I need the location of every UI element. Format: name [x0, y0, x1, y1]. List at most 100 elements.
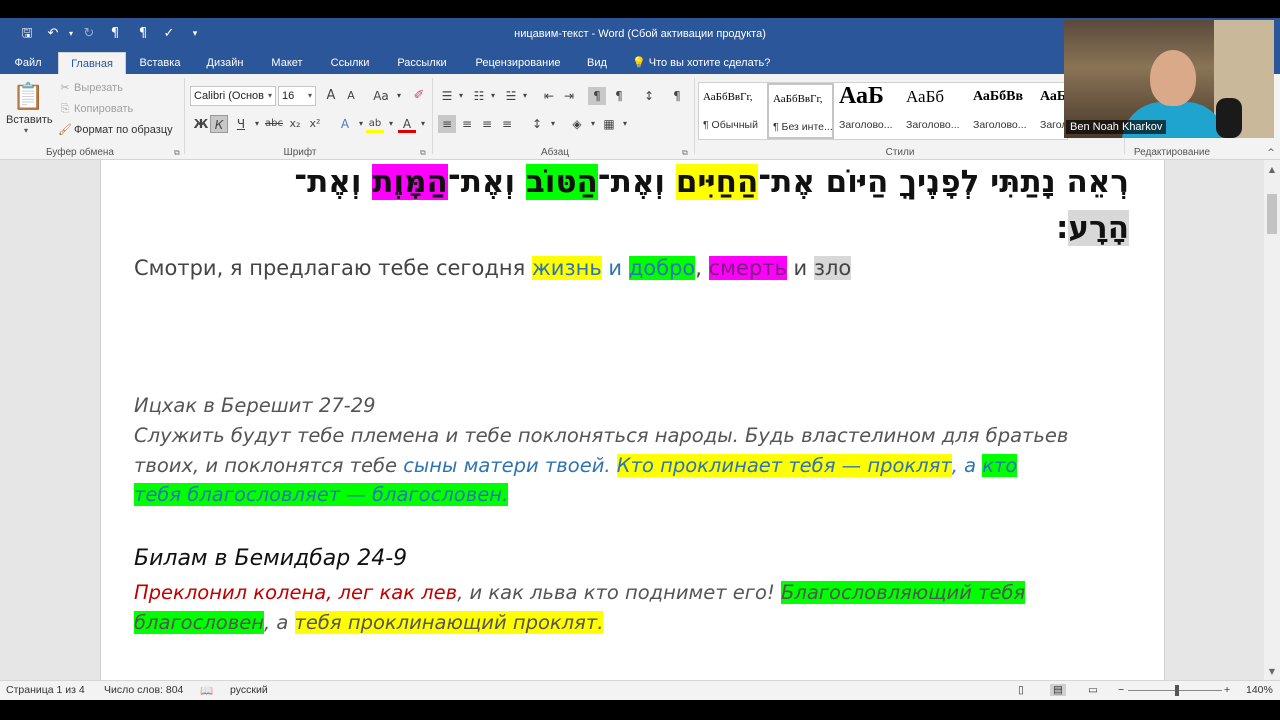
- tab-mailings[interactable]: Рассылки: [388, 52, 456, 74]
- document-area[interactable]: רְאֵה נָתַתִּי לְפָנֶיךָ הַיּוֹם אֶת־הַח…: [0, 160, 1280, 680]
- web-layout-icon[interactable]: ▭: [1088, 684, 1098, 696]
- bold-button[interactable]: Ж: [192, 115, 210, 133]
- clear-formatting-icon[interactable]: ✐: [410, 87, 428, 105]
- font-size-combo[interactable]: 16 ▾: [278, 86, 316, 106]
- font-name-value: Calibri (Основ: [194, 90, 264, 102]
- scroll-down-icon[interactable]: ▼: [1266, 666, 1278, 678]
- rtl-direction-icon[interactable]: ¶: [610, 87, 628, 105]
- style-heading-2[interactable]: АаБб Заголово...: [902, 83, 969, 139]
- clipboard-group-label: Буфер обмена: [46, 147, 114, 158]
- vertical-scrollbar[interactable]: ▲ ▼: [1264, 160, 1280, 680]
- isaac-sons-of-mother: сыны матери твоей.: [403, 454, 617, 477]
- zoom-level[interactable]: 140%: [1246, 684, 1273, 696]
- editing-group-label: Редактирование: [1133, 147, 1211, 158]
- change-case-icon[interactable]: Аа: [370, 87, 392, 105]
- style-sample: АаБб: [906, 87, 945, 106]
- italic-button[interactable]: К: [210, 115, 228, 133]
- ltr-direction-icon[interactable]: ¶: [588, 87, 606, 105]
- bilam-blessing: благословен: [134, 611, 264, 634]
- increase-indent-icon[interactable]: ⇥: [560, 87, 578, 105]
- scroll-up-icon[interactable]: ▲: [1266, 164, 1278, 176]
- hebrew-text: :: [1055, 210, 1069, 246]
- tab-file[interactable]: Файл: [6, 52, 50, 74]
- cut-icon[interactable]: ✂: [56, 79, 74, 97]
- bottom-black-strip: [0, 700, 1280, 720]
- chevron-down-icon[interactable]: ▾: [484, 87, 502, 105]
- proofing-icon[interactable]: 📖: [200, 684, 213, 697]
- tab-layout[interactable]: Макет: [262, 52, 312, 74]
- shrink-font-icon[interactable]: A: [342, 87, 360, 105]
- translation-text: ,: [695, 256, 709, 280]
- paste-button-label[interactable]: Вставить: [6, 114, 53, 126]
- translation-text: и: [786, 256, 814, 280]
- tab-insert[interactable]: Вставка: [132, 52, 188, 74]
- bilam-lion: Преклонил колена, лег как лев: [134, 581, 458, 604]
- bilam-blessing-start: Благословляющий тебя: [781, 581, 1026, 604]
- style-no-spacing[interactable]: АаБбВвГг, ¶ Без инте...: [767, 83, 834, 139]
- cut-button[interactable]: Вырезать: [74, 82, 123, 94]
- read-mode-icon[interactable]: ▯: [1018, 684, 1024, 696]
- paste-icon[interactable]: 📋: [12, 80, 44, 114]
- webcam-person-head: [1150, 50, 1196, 106]
- microphone-icon: [1216, 98, 1242, 138]
- style-sample: АаБ: [1040, 89, 1067, 104]
- print-layout-icon[interactable]: ▤: [1050, 684, 1066, 696]
- align-center-icon[interactable]: ≡: [458, 115, 476, 133]
- isaac-line-3: тебя благословляет — благословен.: [134, 483, 509, 506]
- tab-view[interactable]: Вид: [580, 52, 614, 74]
- sort-icon[interactable]: ↕: [640, 87, 658, 105]
- document-page[interactable]: רְאֵה נָתַתִּי לְפָנֶיךָ הַיּוֹם אֶת־הַח…: [100, 160, 1165, 680]
- zoom-slider-thumb[interactable]: [1175, 685, 1179, 696]
- zoom-in-icon[interactable]: +: [1224, 684, 1230, 696]
- bilam-line-2: благословен, а тебя проклинающий проклят…: [134, 611, 604, 634]
- chevron-down-icon[interactable]: ▾: [414, 115, 432, 133]
- tell-me-search[interactable]: 💡 Что вы хотите сделать?: [632, 52, 770, 74]
- strikethrough-button[interactable]: abc: [264, 115, 284, 133]
- superscript-button[interactable]: x²: [306, 115, 324, 133]
- style-heading-3[interactable]: АаБбВв Заголово...: [969, 83, 1036, 139]
- style-normal[interactable]: АаБбВвГг, ¶ Обычный: [699, 83, 766, 139]
- paragraph-launcher-icon[interactable]: ⧉: [682, 148, 688, 158]
- show-marks-icon[interactable]: ¶: [668, 87, 686, 105]
- chevron-down-icon[interactable]: ▾: [390, 87, 408, 105]
- format-painter-icon[interactable]: 🖌: [56, 121, 74, 139]
- chevron-down-icon: ▾: [267, 91, 272, 100]
- isaac-text: , а: [951, 454, 983, 477]
- format-painter-button[interactable]: Формат по образцу: [74, 124, 173, 136]
- scroll-thumb[interactable]: [1267, 194, 1277, 234]
- hebrew-death: הַמָּוֶת: [372, 164, 448, 200]
- style-name: Заголово...: [906, 119, 960, 131]
- tab-home[interactable]: Главная: [58, 52, 126, 74]
- translation-good: добро: [628, 256, 696, 280]
- align-right-icon[interactable]: ≡: [478, 115, 496, 133]
- grow-font-icon[interactable]: A: [322, 87, 340, 105]
- align-left-icon[interactable]: ≡: [438, 115, 456, 133]
- language-indicator[interactable]: русский: [230, 684, 268, 696]
- group-separator: [184, 78, 185, 154]
- chevron-down-icon[interactable]: ▾: [616, 115, 634, 133]
- justify-icon[interactable]: ≡: [498, 115, 516, 133]
- clipboard-launcher-icon[interactable]: ⧉: [174, 148, 180, 158]
- bilam-text: , а: [263, 611, 295, 634]
- chevron-down-icon[interactable]: ▾: [544, 115, 562, 133]
- tab-design[interactable]: Дизайн: [196, 52, 254, 74]
- hebrew-verse-line-2: הָרָע:: [129, 210, 1129, 246]
- subscript-button[interactable]: x₂: [286, 115, 304, 133]
- tab-references[interactable]: Ссылки: [322, 52, 378, 74]
- paste-dropdown-icon[interactable]: ▾: [24, 126, 28, 135]
- decrease-indent-icon[interactable]: ⇤: [540, 87, 558, 105]
- chevron-down-icon[interactable]: ▾: [516, 87, 534, 105]
- font-launcher-icon[interactable]: ⧉: [420, 148, 426, 158]
- copy-icon[interactable]: ⎘: [56, 100, 74, 118]
- copy-button[interactable]: Копировать: [74, 103, 133, 115]
- chevron-down-icon[interactable]: ▾: [452, 87, 470, 105]
- font-name-combo[interactable]: Calibri (Основ ▾: [190, 86, 276, 106]
- word-count[interactable]: Число слов: 804: [104, 684, 183, 696]
- zoom-out-icon[interactable]: −: [1118, 684, 1124, 696]
- tell-me-text: Что вы хотите сделать?: [648, 57, 771, 69]
- style-sample: АаБбВвГг,: [703, 91, 753, 103]
- tab-review[interactable]: Рецензирование: [466, 52, 570, 74]
- style-heading-1[interactable]: АаБ Заголово...: [835, 83, 902, 139]
- page-count[interactable]: Страница 1 из 4: [6, 684, 85, 696]
- isaac-line-2: твоих, и поклонятся тебе сыны матери тво…: [134, 454, 1018, 477]
